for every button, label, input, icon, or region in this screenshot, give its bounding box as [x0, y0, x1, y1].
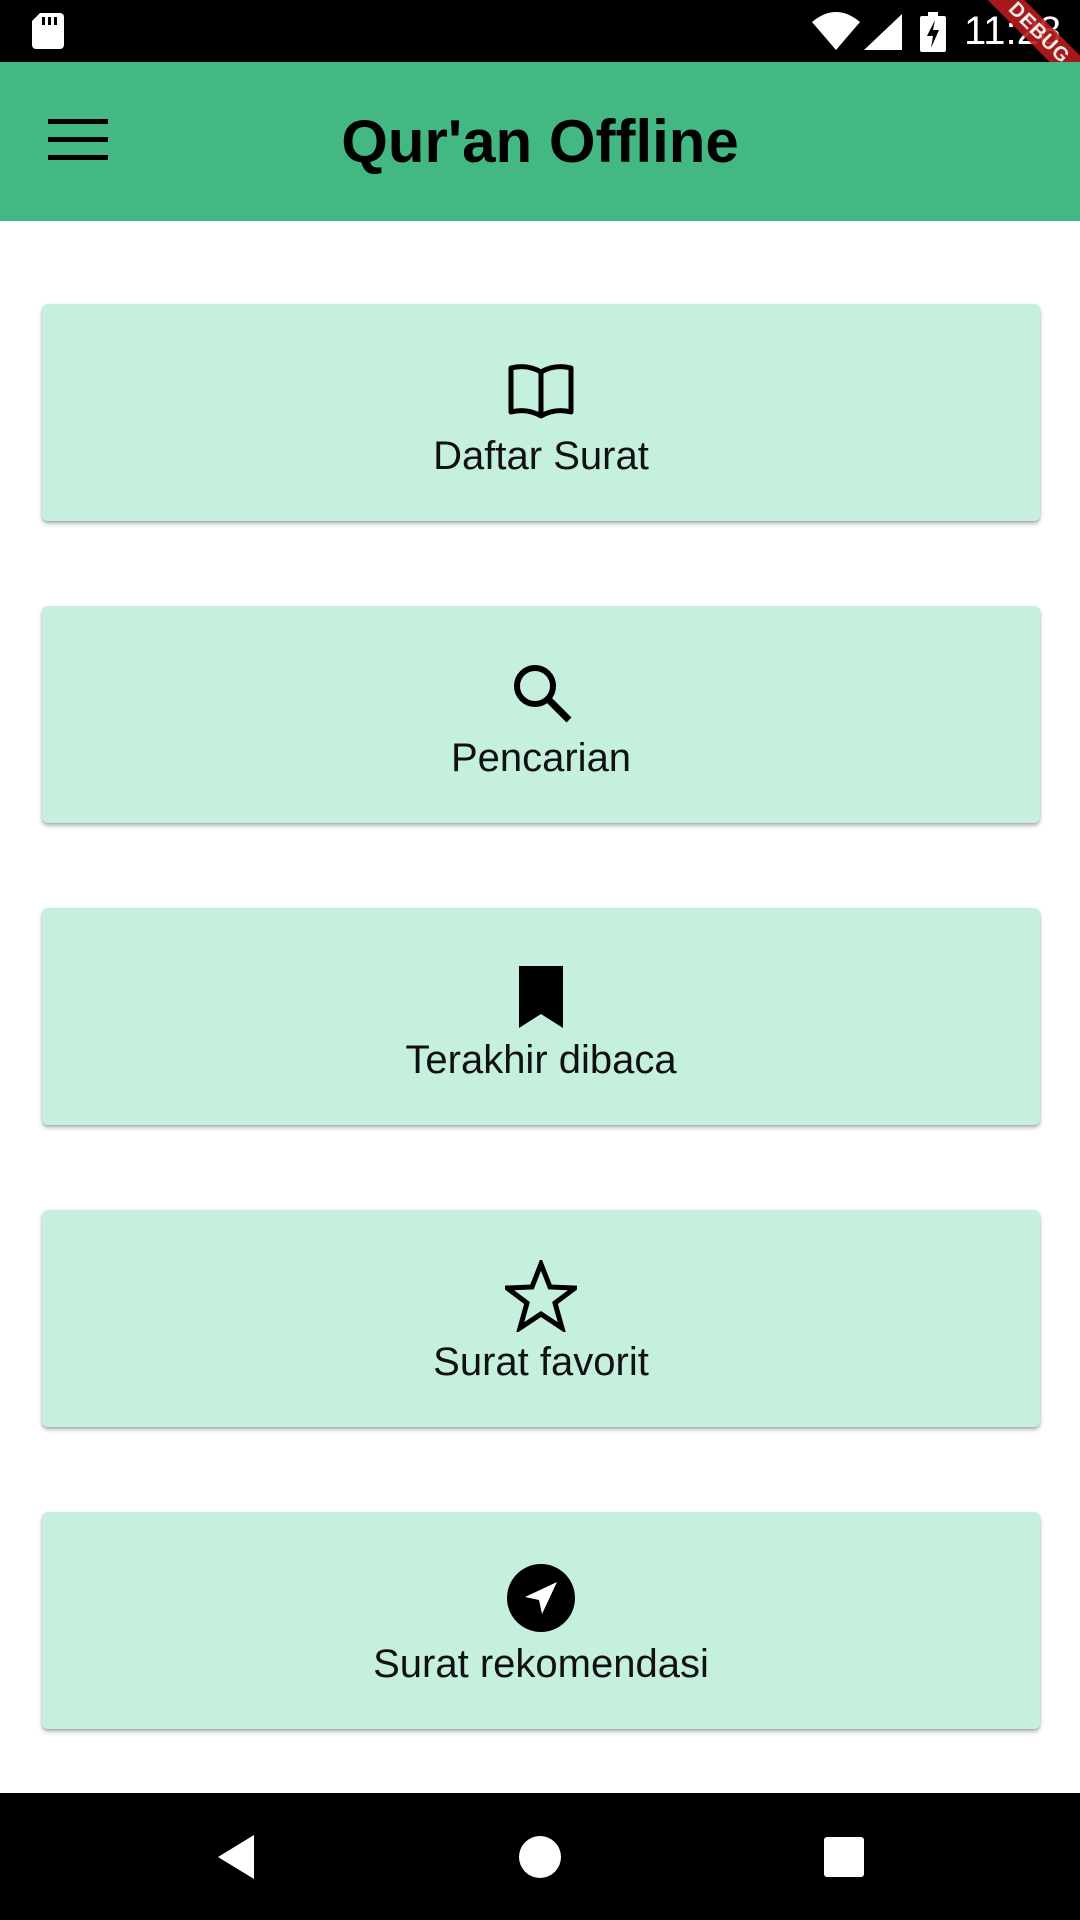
surat-rekomendasi-card[interactable]: Surat rekomendasi	[42, 1512, 1040, 1729]
pencarian-card[interactable]: Pencarian	[42, 606, 1040, 823]
navigation-icon	[507, 1564, 575, 1632]
card-label: Daftar Surat	[433, 434, 649, 478]
card-label: Pencarian	[450, 736, 632, 780]
card-label: Surat favorit	[433, 1340, 649, 1384]
surat-favorit-card[interactable]: Surat favorit	[42, 1210, 1040, 1427]
recents-icon[interactable]	[812, 1825, 876, 1889]
sd-card-icon	[32, 13, 64, 49]
status-bar: 11:28 DEBUG	[0, 0, 1080, 103]
navigation-bar	[0, 1793, 1080, 1920]
star-outline-icon	[505, 1260, 577, 1332]
back-icon[interactable]	[204, 1825, 268, 1889]
terakhir-dibaca-card[interactable]: Terakhir dibaca	[42, 908, 1040, 1125]
wifi-icon	[812, 12, 860, 50]
daftar-surat-card[interactable]: Daftar Surat	[42, 304, 1040, 521]
open-book-icon	[508, 364, 574, 419]
bookmark-icon	[519, 966, 563, 1028]
card-label: Terakhir dibaca	[405, 1038, 677, 1082]
battery-charging-icon	[920, 12, 946, 52]
search-icon	[514, 665, 572, 723]
app-bar: Qur'an Offline	[0, 62, 1080, 221]
home-icon[interactable]	[508, 1825, 572, 1889]
app-title: Qur'an Offline	[341, 108, 739, 175]
signal-icon	[864, 14, 902, 50]
card-label: Surat rekomendasi	[373, 1642, 709, 1686]
